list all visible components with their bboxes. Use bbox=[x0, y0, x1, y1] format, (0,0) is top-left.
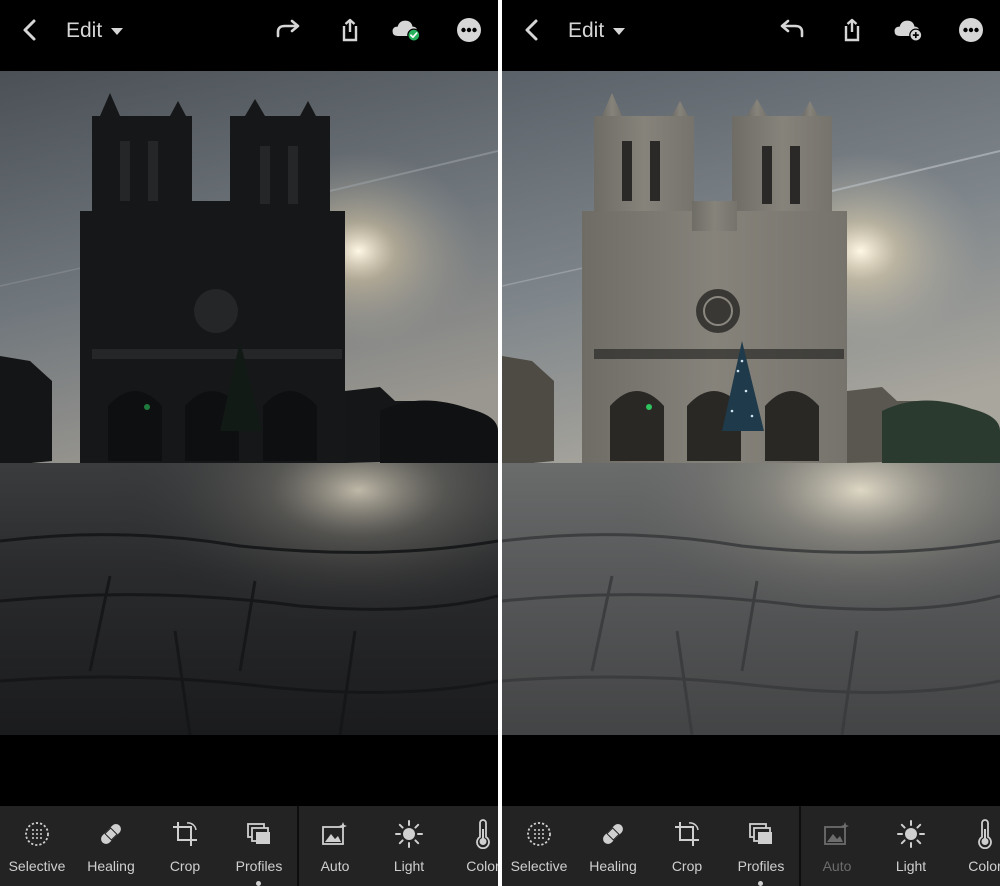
back-chevron-icon[interactable] bbox=[13, 13, 47, 47]
undo-icon[interactable] bbox=[774, 13, 808, 47]
tool-healing[interactable]: Healing bbox=[74, 806, 148, 886]
redo-icon[interactable] bbox=[272, 13, 306, 47]
tool-profiles[interactable]: Profiles bbox=[222, 806, 296, 886]
crop-icon bbox=[148, 818, 222, 850]
tool-selective[interactable]: Selective bbox=[502, 806, 576, 886]
share-icon[interactable] bbox=[834, 13, 868, 47]
edit-mode-label: Edit bbox=[66, 19, 103, 42]
more-options-icon[interactable] bbox=[452, 13, 486, 47]
top-bar: Edit bbox=[0, 0, 498, 70]
tool-healing[interactable]: Healing bbox=[576, 806, 650, 886]
tool-color[interactable]: Color bbox=[446, 806, 498, 886]
caret-down-icon bbox=[613, 27, 626, 35]
caret-down-icon bbox=[111, 27, 124, 35]
tool-light[interactable]: Light bbox=[372, 806, 446, 886]
profiles-icon bbox=[724, 818, 798, 850]
healing-bandage-icon bbox=[74, 818, 148, 850]
color-thermometer-icon bbox=[446, 818, 498, 850]
before-panel: Edit Selective Healing Crop Profiles Aut… bbox=[0, 0, 498, 886]
more-options-icon[interactable] bbox=[954, 13, 988, 47]
cloud-synced-icon[interactable] bbox=[390, 13, 424, 47]
edit-mode-dropdown[interactable]: Edit bbox=[66, 17, 124, 45]
photo-after bbox=[502, 71, 1000, 736]
tool-auto[interactable]: Auto bbox=[298, 806, 372, 886]
top-bar: Edit bbox=[502, 0, 1000, 70]
light-sun-icon bbox=[372, 818, 446, 850]
tool-strip: Selective Healing Crop Profiles Auto Lig… bbox=[502, 806, 1000, 886]
canvas-gap bbox=[0, 735, 498, 805]
back-chevron-icon[interactable] bbox=[515, 13, 549, 47]
scroll-indicator bbox=[758, 881, 763, 886]
tool-crop[interactable]: Crop bbox=[148, 806, 222, 886]
auto-enhance-icon bbox=[298, 818, 372, 850]
scroll-indicator bbox=[256, 881, 261, 886]
auto-enhance-icon bbox=[800, 818, 874, 850]
tool-strip: Selective Healing Crop Profiles Auto Lig… bbox=[0, 806, 498, 886]
photo-before bbox=[0, 71, 498, 736]
tool-crop[interactable]: Crop bbox=[650, 806, 724, 886]
after-panel: Edit Selective Healing Crop Profiles Aut… bbox=[502, 0, 1000, 886]
canvas-gap bbox=[502, 735, 1000, 805]
profiles-icon bbox=[222, 818, 296, 850]
tool-auto[interactable]: Auto bbox=[800, 806, 874, 886]
crop-icon bbox=[650, 818, 724, 850]
share-icon[interactable] bbox=[332, 13, 366, 47]
selective-icon bbox=[0, 818, 74, 850]
tool-profiles[interactable]: Profiles bbox=[724, 806, 798, 886]
tool-selective[interactable]: Selective bbox=[0, 806, 74, 886]
tool-light[interactable]: Light bbox=[874, 806, 948, 886]
healing-bandage-icon bbox=[576, 818, 650, 850]
edit-mode-dropdown[interactable]: Edit bbox=[568, 17, 626, 45]
selective-icon bbox=[502, 818, 576, 850]
light-sun-icon bbox=[874, 818, 948, 850]
color-thermometer-icon bbox=[948, 818, 1000, 850]
cloud-add-icon[interactable] bbox=[892, 13, 926, 47]
tool-color[interactable]: Color bbox=[948, 806, 1000, 886]
tool-label: Color bbox=[466, 858, 498, 874]
tool-label: Color bbox=[968, 858, 1000, 874]
edit-mode-label: Edit bbox=[568, 19, 605, 42]
